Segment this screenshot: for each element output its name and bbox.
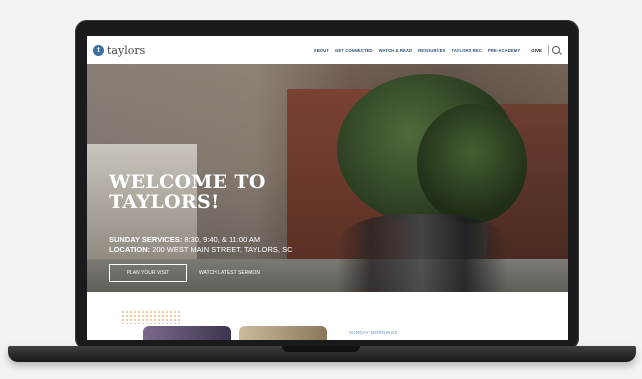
menu-item-get-connected[interactable]: GET CONNECTED bbox=[335, 48, 373, 53]
decorative-dot-pattern bbox=[121, 310, 181, 324]
search-icon[interactable] bbox=[552, 46, 560, 54]
menu-item-resources[interactable]: RESOURCES bbox=[418, 48, 445, 53]
services-label: SUNDAY SERVICES: bbox=[109, 235, 183, 244]
give-link[interactable]: GIVE bbox=[531, 48, 542, 53]
logo-mark-icon: t bbox=[93, 44, 104, 56]
menu-item-watch-read[interactable]: WATCH & READ bbox=[379, 48, 412, 53]
feature-card-image-1[interactable] bbox=[143, 326, 231, 340]
hero-banner: WELCOME TO TAYLORS! SUNDAY SERVICES: 8:3… bbox=[87, 64, 568, 292]
main-menu: ABOUT GET CONNECTED WATCH & READ RESOURC… bbox=[311, 48, 524, 53]
hero-headline-line2: TAYLORS! bbox=[109, 191, 220, 213]
menu-item-taylors-rec[interactable]: TAYLORS REC bbox=[452, 48, 482, 53]
hero-headline-line1: WELCOME TO bbox=[109, 171, 266, 193]
watch-sermon-link[interactable]: WATCH LATEST SERMON bbox=[199, 264, 260, 282]
location-value: 200 WEST MAIN STREET, TAYLORS, SC bbox=[152, 245, 293, 254]
laptop-notch bbox=[282, 346, 360, 352]
content-section: SUNDAY MORNINGS bbox=[87, 292, 568, 340]
laptop-mockup: t taylors ABOUT GET CONNECTED WATCH & RE… bbox=[0, 0, 642, 379]
hero-headline: WELCOME TO TAYLORS! bbox=[109, 172, 266, 212]
hero-info: SUNDAY SERVICES: 8:30, 9:40, & 11:00 AM … bbox=[109, 235, 293, 255]
services-value: 8:30, 9:40, & 11:00 AM bbox=[184, 235, 261, 244]
hero-photo-tree-2 bbox=[417, 104, 527, 224]
nav-divider bbox=[548, 45, 549, 55]
laptop-screen: t taylors ABOUT GET CONNECTED WATCH & RE… bbox=[87, 36, 568, 340]
site-header: t taylors ABOUT GET CONNECTED WATCH & RE… bbox=[87, 36, 568, 64]
site-logo[interactable]: t taylors bbox=[93, 44, 145, 57]
plan-visit-button[interactable]: PLAN YOUR VISIT bbox=[109, 264, 187, 282]
feature-card-image-2[interactable] bbox=[239, 326, 327, 340]
hero-photo-people bbox=[337, 214, 507, 292]
section-label: SUNDAY MORNINGS bbox=[349, 330, 398, 335]
menu-item-pre-academy[interactable]: PRE-ACADEMY bbox=[488, 48, 520, 53]
location-label: LOCATION: bbox=[109, 245, 151, 254]
menu-item-about[interactable]: ABOUT bbox=[314, 48, 329, 53]
logo-text: taylors bbox=[107, 43, 146, 57]
